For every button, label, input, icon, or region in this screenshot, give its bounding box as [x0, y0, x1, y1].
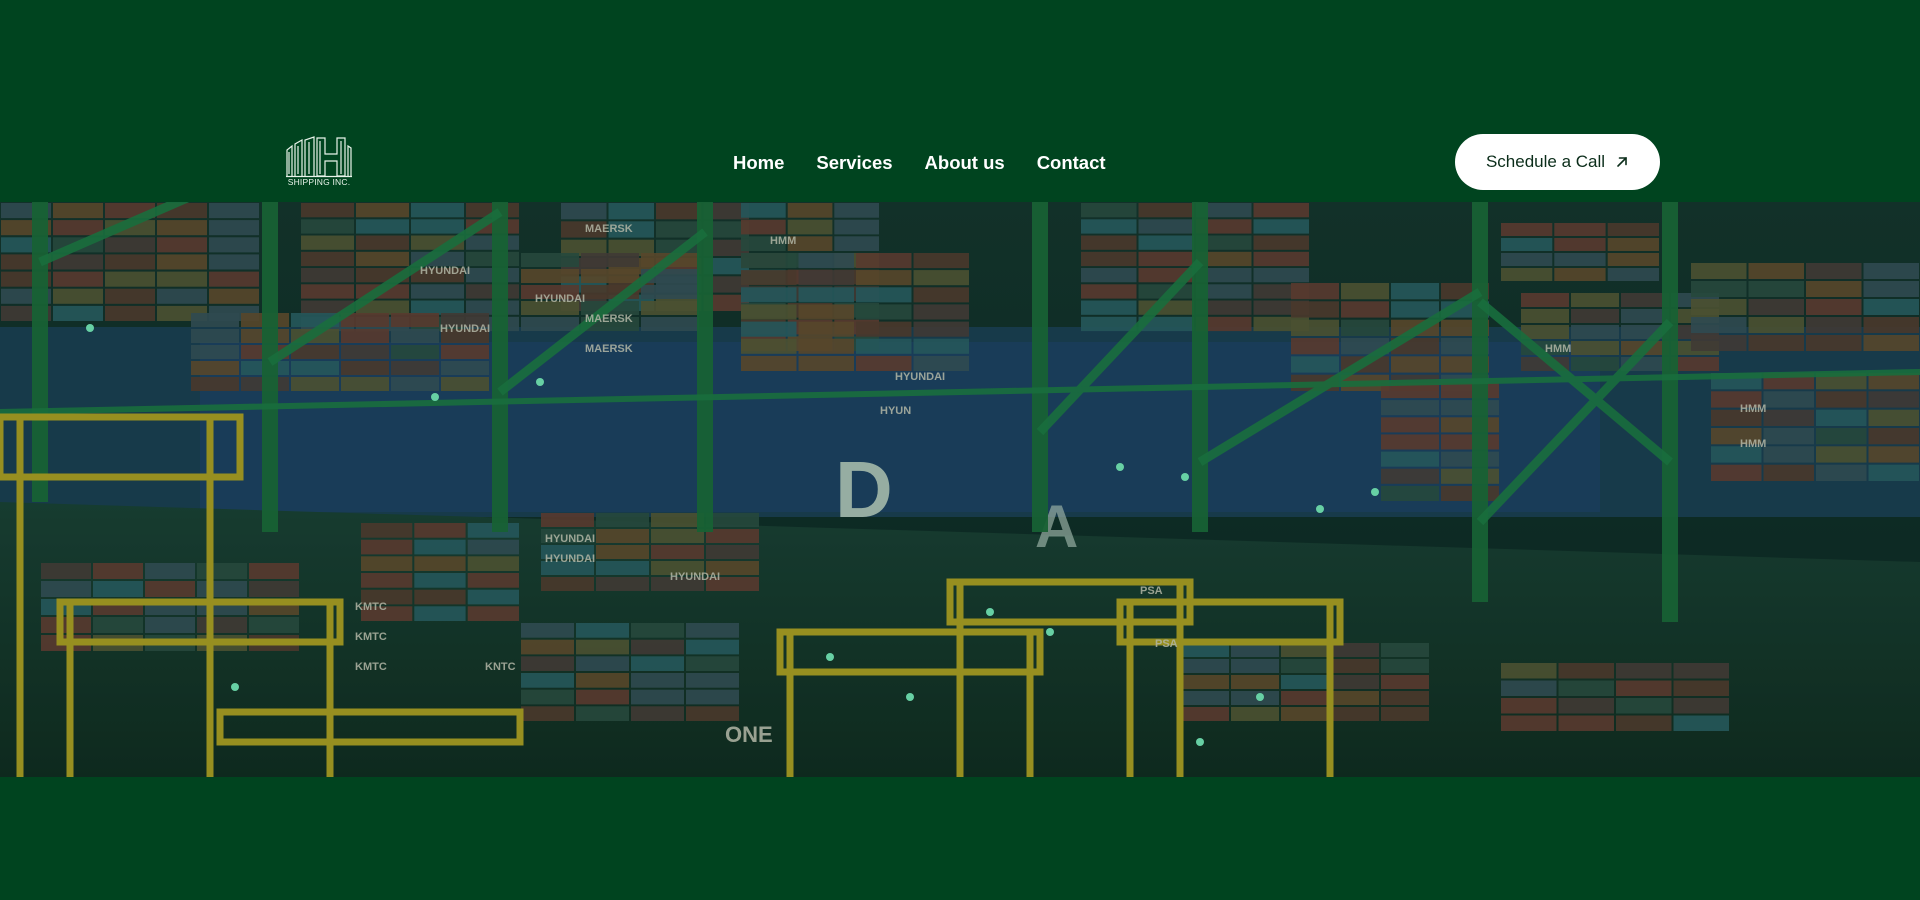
schedule-call-label: Schedule a Call	[1485, 152, 1606, 171]
landing-page: SHIPPING INC. Home Services About us Con…	[0, 0, 1920, 900]
schedule-call-button[interactable]: Schedule a Call	[1455, 134, 1660, 190]
hero-overlay	[0, 202, 1920, 777]
arrow-up-right-icon	[1617, 157, 1627, 167]
nav-link-about-us[interactable]: About us	[925, 152, 1005, 174]
hero-image: D A MAERSK MAERSK MAERSK HMM HMM HMM HMM…	[0, 202, 1920, 777]
brand-logo[interactable]: SHIPPING INC.	[286, 136, 352, 188]
nav-link-contact[interactable]: Contact	[1037, 152, 1106, 174]
brand-logo-text: SHIPPING INC.	[287, 177, 351, 187]
site-header: SHIPPING INC. Home Services About us Con…	[0, 0, 1920, 202]
building-logo-icon	[286, 136, 352, 178]
nav-link-services[interactable]: Services	[816, 152, 892, 174]
main-nav: Home Services About us Contact	[733, 150, 1106, 176]
nav-link-home[interactable]: Home	[733, 152, 784, 174]
